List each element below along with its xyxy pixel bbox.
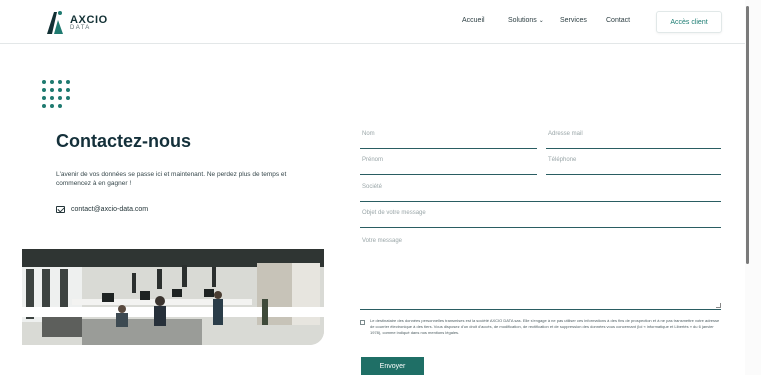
message-textarea[interactable]: Votre message xyxy=(360,238,721,310)
submit-button[interactable]: Envoyer xyxy=(361,357,424,375)
intro-text: L'avenir de vos données se passe ici et … xyxy=(56,171,287,187)
first-name-field[interactable]: Prénom xyxy=(360,157,537,175)
resize-handle-icon[interactable] xyxy=(716,303,721,308)
subject-placeholder: Objet de votre message xyxy=(362,210,426,216)
phone-placeholder: Téléphone xyxy=(548,157,577,163)
first-name-placeholder: Prénom xyxy=(362,157,384,163)
contact-email[interactable]: contact@axcio-data.com xyxy=(56,206,148,213)
phone-field[interactable]: Téléphone xyxy=(546,157,721,175)
subject-field[interactable]: Objet de votre message xyxy=(360,210,721,228)
last-name-field[interactable]: Nom xyxy=(360,131,537,149)
message-placeholder: Votre message xyxy=(362,238,403,244)
scrollbar-thumb[interactable] xyxy=(746,6,749,264)
dots-decoration-icon xyxy=(42,80,70,108)
nav-accueil[interactable]: Accueil xyxy=(462,17,485,24)
chevron-down-icon: ⌄ xyxy=(538,18,544,24)
client-access-button[interactable]: Accès client xyxy=(656,11,722,33)
company-placeholder: Société xyxy=(362,184,383,190)
logo-mark-icon xyxy=(47,11,63,34)
consent-checkbox[interactable] xyxy=(360,320,365,325)
contact-email-text: contact@axcio-data.com xyxy=(71,206,149,213)
last-name-placeholder: Nom xyxy=(362,131,375,137)
email-placeholder: Adresse mail xyxy=(548,131,583,137)
office-photo xyxy=(22,249,324,345)
page-title: Contactez-nous xyxy=(56,131,191,151)
nav-services[interactable]: Services xyxy=(560,17,587,24)
site-header: AXCIO DATA Accueil Solutions ⌄ Services C… xyxy=(0,0,745,44)
nav-solutions-label: Solutions xyxy=(508,17,537,24)
nav-solutions[interactable]: Solutions ⌄ xyxy=(508,17,544,24)
email-field[interactable]: Adresse mail xyxy=(546,131,721,149)
axcio-logo[interactable]: AXCIO DATA xyxy=(46,10,116,36)
company-field[interactable]: Société xyxy=(360,184,721,202)
office-photo-illustration xyxy=(22,249,324,345)
consent-row: Le destinataire des données personnelles… xyxy=(360,318,722,336)
consent-text: Le destinataire des données personnelles… xyxy=(370,318,720,335)
nav-contact[interactable]: Contact xyxy=(606,17,630,24)
logo-subtext: DATA xyxy=(70,25,91,31)
mail-icon xyxy=(56,206,65,213)
